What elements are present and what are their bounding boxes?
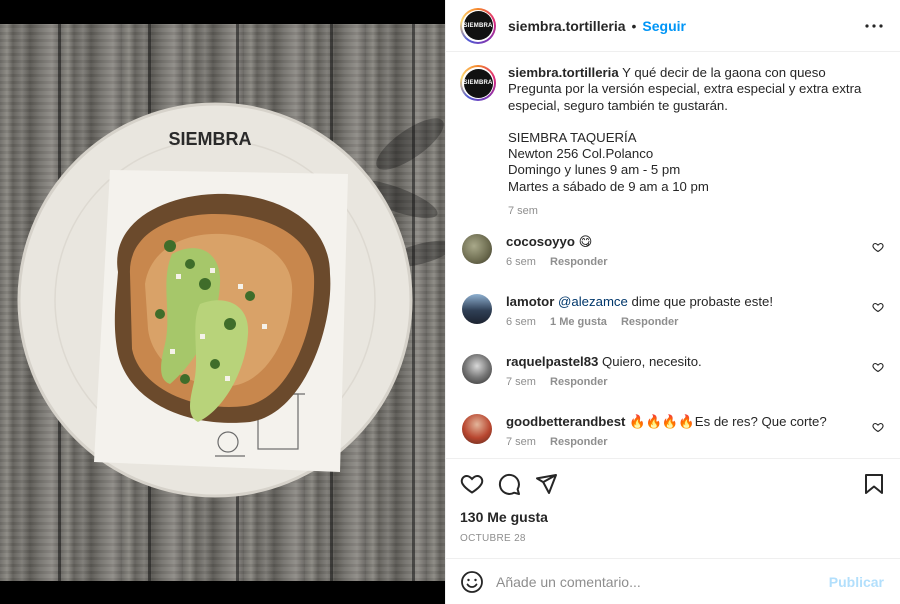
commenter-avatar[interactable] (462, 414, 492, 444)
avatar-inner: SIEMBRA (462, 67, 494, 99)
comment-item: raquelpastel83 Quiero, necesito. 7 sem R… (460, 353, 884, 413)
header-username[interactable]: siembra.tortilleria (508, 18, 626, 34)
caption-avatar[interactable]: SIEMBRA (460, 65, 496, 101)
avatar-logo: SIEMBRA (463, 11, 493, 40)
more-options-icon[interactable] (862, 14, 886, 38)
comment-body: raquelpastel83 Quiero, necesito. 7 sem R… (506, 353, 846, 391)
comment-icon[interactable] (497, 472, 521, 496)
comment-text: 🔥🔥🔥🔥Es de res? Que corte? (629, 414, 827, 429)
comment-username[interactable]: raquelpastel83 (506, 354, 598, 369)
comment-like-icon[interactable] (872, 361, 884, 373)
add-comment-bar: Añade un comentario... Publicar (446, 558, 900, 604)
comment-like-icon[interactable] (872, 301, 884, 313)
caption-line-3 (508, 114, 868, 130)
avatar[interactable]: SIEMBRA (460, 7, 496, 44)
caption-time[interactable]: 7 sem (508, 203, 868, 219)
comment-body: lamotor @alezamce dime que probaste este… (506, 293, 846, 331)
caption-line-6: Domingo y lunes 9 am - 5 pm (508, 162, 681, 178)
instagram-post: SIEMBRA SIEMBRA siembra.tortilleria • Se… (0, 0, 900, 604)
caption-line-5: Newton 256 Col.Polanco (508, 146, 654, 162)
comment-item: lamotor @alezamce dime que probaste este… (460, 293, 884, 353)
like-count[interactable]: 130 Me gusta (460, 509, 886, 525)
comment-mention[interactable]: @alezamce (558, 294, 628, 309)
caption-line-7: Martes a sábado de 9 am a 10 pm (508, 178, 709, 194)
comments-list[interactable]: SIEMBRA siembra.tortilleria Y qué decir … (446, 53, 900, 458)
comment-time[interactable]: 7 sem (506, 436, 536, 448)
commenter-avatar[interactable] (462, 294, 492, 324)
comment-meta: 6 sem Responder (506, 254, 846, 271)
comment-item: cocosoyyo 😋 6 sem Responder (460, 233, 884, 293)
comment-item: goodbetterandbest 🔥🔥🔥🔥Es de res? Que cor… (460, 413, 884, 458)
share-icon[interactable] (534, 472, 558, 496)
photo-frame: SIEMBRA (0, 24, 445, 581)
comment-meta: 7 sem Responder (506, 434, 846, 451)
caption-line-2: especial, seguro también te gustarán. (508, 97, 728, 113)
comment-username[interactable]: lamotor (506, 294, 554, 309)
post-date[interactable]: OCTUBRE 28 (460, 533, 886, 544)
post-photo[interactable]: SIEMBRA (0, 0, 445, 604)
post-caption: SIEMBRA siembra.tortilleria Y qué decir … (460, 53, 884, 233)
like-icon[interactable] (460, 472, 484, 496)
commenter-avatar[interactable] (462, 354, 492, 384)
comment-time[interactable]: 6 sem (506, 316, 536, 328)
plate-brand-text: SIEMBRA (168, 129, 251, 149)
reply-button[interactable]: Responder (550, 256, 607, 268)
comment-like-icon[interactable] (872, 421, 884, 433)
caption-line-4: SIEMBRA TAQUERÍA (508, 129, 637, 145)
avatar-logo: SIEMBRA (463, 68, 493, 98)
comment-likes[interactable]: 1 Me gusta (550, 316, 607, 328)
comment-like-icon[interactable] (872, 241, 884, 253)
comment-text: Quiero, necesito. (602, 354, 702, 369)
commenter-avatar[interactable] (462, 234, 492, 264)
reply-button[interactable]: Responder (550, 376, 607, 388)
follow-button[interactable]: Seguir (642, 18, 686, 34)
caption-line-1: Pregunta por la versión especial, extra … (508, 81, 862, 97)
comment-text: dime que probaste este! (631, 294, 774, 309)
action-icons (460, 459, 886, 507)
comment-time[interactable]: 6 sem (506, 256, 536, 268)
caption-text: Y qué decir de la gaona con queso (622, 65, 826, 80)
comment-body: goodbetterandbest 🔥🔥🔥🔥Es de res? Que cor… (506, 413, 846, 451)
bookmark-icon[interactable] (862, 472, 886, 496)
avatar-inner: SIEMBRA (462, 9, 494, 42)
caption-line-0: siembra.tortilleria Y qué decir de la ga… (508, 65, 868, 81)
reply-button[interactable]: Responder (550, 436, 607, 448)
post-header: SIEMBRA siembra.tortilleria • Seguir (446, 0, 900, 52)
comment-username[interactable]: cocosoyyo (506, 234, 575, 249)
comment-body: cocosoyyo 😋 6 sem Responder (506, 233, 846, 271)
comment-text: 😋 (578, 234, 593, 249)
emoji-icon[interactable] (460, 570, 484, 594)
comment-meta: 7 sem Responder (506, 374, 846, 391)
post-details-panel: SIEMBRA siembra.tortilleria • Seguir SIE… (445, 0, 900, 604)
reply-button[interactable]: Responder (621, 316, 678, 328)
caption-username[interactable]: siembra.tortilleria (508, 65, 619, 80)
header-separator: • (631, 17, 637, 34)
comment-input[interactable]: Añade un comentario... (496, 574, 829, 590)
plate-illustration: SIEMBRA (17, 102, 445, 498)
comment-username[interactable]: goodbetterandbest (506, 414, 625, 429)
caption-body: siembra.tortilleria Y qué decir de la ga… (508, 65, 868, 233)
comment-time[interactable]: 7 sem (506, 376, 536, 388)
comment-meta: 6 sem 1 Me gusta Responder (506, 314, 846, 331)
publish-button[interactable]: Publicar (829, 574, 884, 590)
